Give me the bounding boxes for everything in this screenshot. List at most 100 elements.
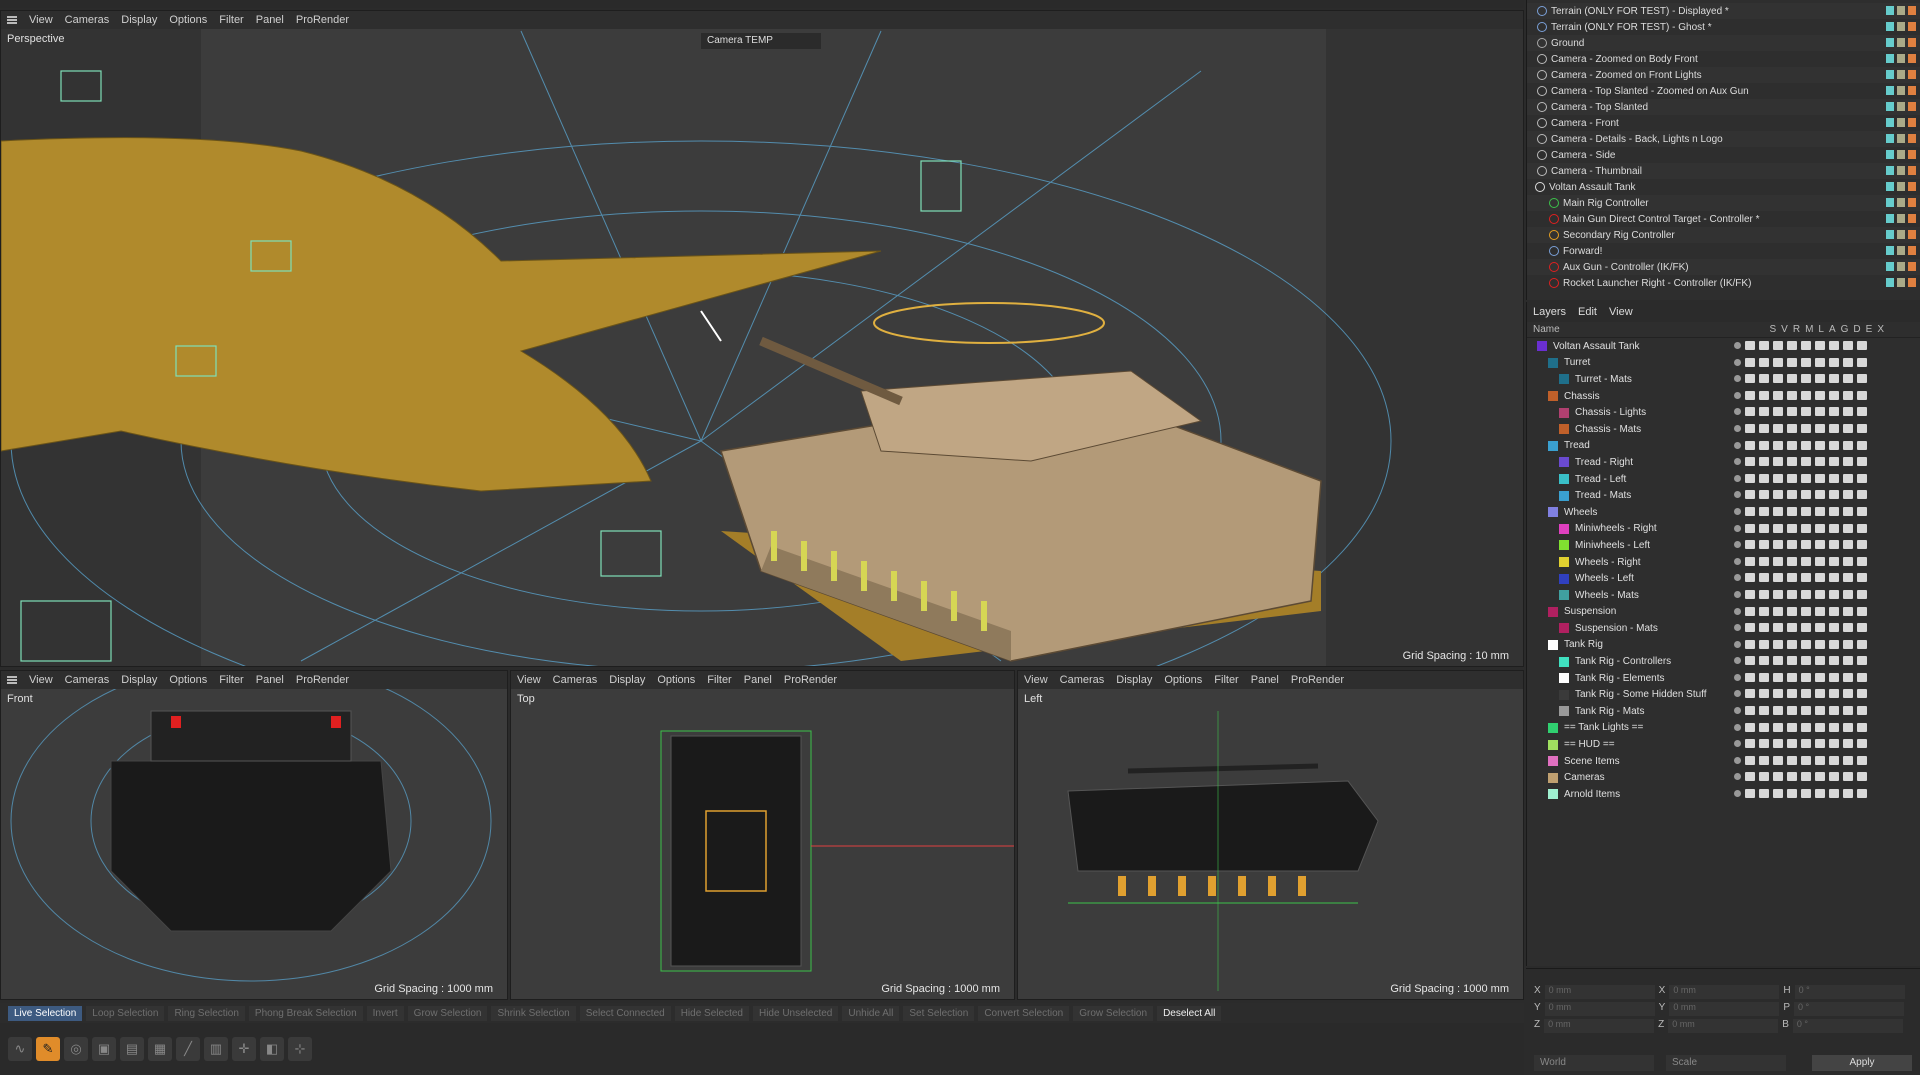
layer-flag-toggle[interactable]	[1759, 457, 1769, 467]
layer-flag-toggle[interactable]	[1759, 440, 1769, 450]
layer-flag-toggle[interactable]	[1759, 606, 1769, 616]
layer-flag-toggle[interactable]	[1787, 423, 1797, 433]
layer-flag-toggle[interactable]	[1734, 391, 1741, 399]
layer-flag-toggle[interactable]	[1734, 756, 1741, 764]
coordinate-field[interactable]: 0 mm	[1544, 1002, 1655, 1016]
layer-flag-toggle[interactable]	[1734, 707, 1741, 715]
layer-flag-toggle[interactable]	[1843, 357, 1853, 367]
coordinate-field[interactable]: 0 °	[1794, 985, 1905, 999]
menu-options[interactable]: Options	[1164, 674, 1202, 686]
layer-flag-toggle[interactable]	[1759, 706, 1769, 716]
layer-flag-toggle[interactable]	[1843, 423, 1853, 433]
tag-icon[interactable]	[1908, 54, 1916, 63]
camera-selector[interactable]: Camera TEMP	[701, 33, 821, 49]
layer-flag-toggle[interactable]	[1815, 706, 1825, 716]
layer-flag-toggle[interactable]	[1857, 423, 1867, 433]
layer-flag-toggle[interactable]	[1734, 358, 1741, 366]
menu-view[interactable]: View	[1024, 674, 1048, 686]
menu-filter[interactable]: Filter	[219, 674, 243, 686]
layer-flag-toggle[interactable]	[1734, 541, 1741, 549]
tag-icon[interactable]	[1886, 278, 1894, 287]
layer-flag-toggle[interactable]	[1857, 656, 1867, 666]
layer-row[interactable]: Tank Rig - Controllers	[1527, 653, 1920, 670]
object-row[interactable]: Ground	[1527, 35, 1920, 51]
layer-flag-toggle[interactable]	[1801, 589, 1811, 599]
layer-flag-toggle[interactable]	[1787, 490, 1797, 500]
layer-flag-toggle[interactable]	[1801, 656, 1811, 666]
layer-flag-toggle[interactable]	[1787, 589, 1797, 599]
tag-icon[interactable]	[1897, 102, 1905, 111]
layer-flag-toggle[interactable]	[1815, 623, 1825, 633]
layer-color-swatch[interactable]	[1559, 424, 1569, 435]
layer-flag-toggle[interactable]	[1815, 390, 1825, 400]
layer-flag-toggle[interactable]	[1801, 672, 1811, 682]
bevel-icon[interactable]: ▤	[120, 1037, 144, 1061]
layer-flag-toggle[interactable]	[1815, 374, 1825, 384]
tag-icon[interactable]	[1908, 38, 1916, 47]
layer-flag-toggle[interactable]	[1843, 672, 1853, 682]
layer-flag-toggle[interactable]	[1815, 656, 1825, 666]
apply-button[interactable]: Apply	[1812, 1055, 1912, 1071]
brush-tool-icon[interactable]: ✎	[36, 1037, 60, 1061]
mirror-icon[interactable]: ◧	[260, 1037, 284, 1061]
axis-icon[interactable]: ⊹	[288, 1037, 312, 1061]
layer-flag-toggle[interactable]	[1759, 656, 1769, 666]
menu-display[interactable]: Display	[121, 14, 157, 26]
layer-flag-toggle[interactable]	[1857, 772, 1867, 782]
layer-flag-toggle[interactable]	[1801, 523, 1811, 533]
layer-flag-toggle[interactable]	[1745, 440, 1755, 450]
layer-color-swatch[interactable]	[1548, 722, 1558, 733]
menu-panel[interactable]: Panel	[744, 674, 772, 686]
layer-flag-toggle[interactable]	[1773, 739, 1783, 749]
layer-flag-toggle[interactable]	[1815, 789, 1825, 799]
menu-cameras[interactable]: Cameras	[553, 674, 598, 686]
layer-flag-toggle[interactable]	[1857, 540, 1867, 550]
tag-icon[interactable]	[1886, 134, 1894, 143]
deselect-all-button[interactable]: Deselect All	[1157, 1005, 1222, 1021]
hide-unselected-button[interactable]: Hide Unselected	[752, 1005, 839, 1021]
tag-icon[interactable]	[1908, 86, 1916, 95]
menu-filter[interactable]: Filter	[1214, 674, 1238, 686]
layer-flag-toggle[interactable]	[1734, 458, 1741, 466]
layer-flag-toggle[interactable]	[1745, 672, 1755, 682]
layer-color-swatch[interactable]	[1559, 689, 1569, 700]
layer-flag-toggle[interactable]	[1843, 656, 1853, 666]
loop-selection-button[interactable]: Loop Selection	[86, 1005, 165, 1021]
name-column-header[interactable]: Name	[1533, 324, 1560, 335]
layer-color-swatch[interactable]	[1559, 540, 1569, 551]
layer-color-swatch[interactable]	[1559, 374, 1569, 385]
coordinate-field[interactable]: 0 mm	[1669, 985, 1780, 999]
tag-icon[interactable]	[1886, 230, 1894, 239]
layer-flag-toggle[interactable]	[1829, 755, 1839, 765]
layer-row[interactable]: Wheels - Left	[1527, 570, 1920, 587]
layer-flag-toggle[interactable]	[1815, 341, 1825, 350]
layer-row[interactable]: Chassis - Lights	[1527, 404, 1920, 421]
layer-flag-toggle[interactable]	[1759, 722, 1769, 732]
layer-row[interactable]: Tread - Right	[1527, 454, 1920, 471]
tag-icon[interactable]	[1908, 262, 1916, 271]
layer-flag-toggle[interactable]	[1801, 789, 1811, 799]
layer-flag-column[interactable]: R	[1793, 324, 1800, 335]
layer-flag-toggle[interactable]	[1829, 407, 1839, 417]
layer-color-swatch[interactable]	[1559, 590, 1569, 601]
layer-flag-toggle[interactable]	[1843, 473, 1853, 483]
layer-flag-column[interactable]: S	[1769, 324, 1776, 335]
layer-flag-column[interactable]: L	[1818, 324, 1824, 335]
tag-icon[interactable]	[1886, 246, 1894, 255]
layer-flag-toggle[interactable]	[1843, 722, 1853, 732]
layer-flag-toggle[interactable]	[1815, 772, 1825, 782]
layer-flag-toggle[interactable]	[1815, 506, 1825, 516]
layer-flag-toggle[interactable]	[1829, 606, 1839, 616]
object-row[interactable]: Camera - Front	[1527, 115, 1920, 131]
layer-flag-toggle[interactable]	[1787, 706, 1797, 716]
layer-color-swatch[interactable]	[1559, 623, 1569, 634]
tag-icon[interactable]	[1886, 70, 1894, 79]
tag-icon[interactable]	[1886, 214, 1894, 223]
layer-row[interactable]: Tank Rig - Some Hidden Stuff	[1527, 686, 1920, 703]
layer-row[interactable]: == HUD ==	[1527, 736, 1920, 753]
tag-icon[interactable]	[1897, 118, 1905, 127]
layer-flag-toggle[interactable]	[1759, 523, 1769, 533]
layer-flag-toggle[interactable]	[1734, 640, 1741, 648]
layer-flag-toggle[interactable]	[1843, 639, 1853, 649]
layer-flag-toggle[interactable]	[1787, 606, 1797, 616]
